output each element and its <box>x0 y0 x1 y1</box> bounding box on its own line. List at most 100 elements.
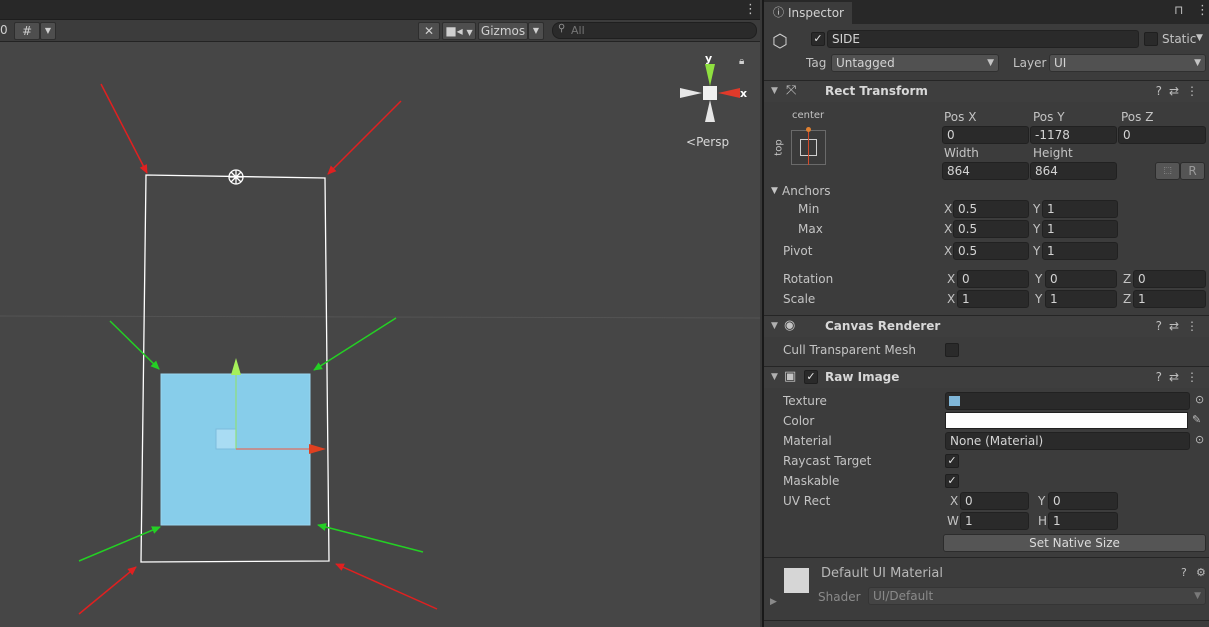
red-arrow <box>335 563 438 610</box>
anchor-min-x-field[interactable]: 0.5 <box>953 200 1029 218</box>
x-axis-label: x <box>740 87 747 100</box>
grid-snapping-button[interactable]: # <box>14 22 40 40</box>
scale-y-field[interactable]: 1 <box>1045 290 1117 308</box>
red-arrow <box>100 83 148 174</box>
pivot-x-field[interactable]: 0.5 <box>953 242 1029 260</box>
active-checkbox[interactable]: ✓ <box>811 32 825 46</box>
pos-x-label: Pos X <box>944 110 977 124</box>
tab-inspector[interactable]: ⓘ Inspector <box>764 2 852 24</box>
gear-icon[interactable]: ⚙ <box>1196 566 1206 579</box>
scene-search-input[interactable] <box>571 23 751 38</box>
object-picker-icon[interactable]: ⊙ <box>1195 393 1204 406</box>
static-dropdown-icon[interactable]: ▼ <box>1196 33 1203 43</box>
view-mode-toggle[interactable]: <Persp <box>686 135 729 149</box>
divider <box>764 557 1209 558</box>
neg-x-cone[interactable] <box>680 88 702 98</box>
camera-button[interactable]: ■◂ ▼ <box>442 22 476 40</box>
x-cone[interactable] <box>718 88 740 98</box>
horizon-line <box>0 315 760 319</box>
anchor-max-y-field[interactable]: 1 <box>1042 220 1118 238</box>
pivot-icon[interactable] <box>228 169 244 185</box>
width-field[interactable]: 864 <box>942 162 1029 180</box>
foldout-icon[interactable]: ▼ <box>771 321 778 331</box>
material-label: Material <box>783 434 832 448</box>
foldout-icon[interactable]: ▼ <box>771 86 778 96</box>
raw-image-header[interactable]: ▼ ▣ ✓ Raw Image ?⇄⋮ <box>764 366 1209 388</box>
chevron-down-icon: ▼ <box>44 26 52 35</box>
canvas-renderer-header[interactable]: ▼ ◉ Canvas Renderer ?⇄⋮ <box>764 315 1209 337</box>
uv-w-field[interactable]: 1 <box>960 512 1029 530</box>
set-native-size-button[interactable]: Set Native Size <box>943 534 1206 552</box>
view-mode-label: Persp <box>696 135 730 149</box>
center-cube[interactable] <box>703 86 717 100</box>
component-title: Canvas Renderer <box>825 319 941 333</box>
foldout-icon[interactable]: ▶ <box>770 597 777 607</box>
scene-view[interactable]: ⋮ 0 # ▼ ✕ ■◂ ▼ Gizmos ▼ ⚲ All y x 🔒︎ <Pe… <box>0 0 760 627</box>
tab-label: Inspector <box>788 6 844 20</box>
gameobject-icon[interactable]: ⬡ <box>772 31 788 52</box>
scene-menu-icon[interactable]: ⋮ <box>744 2 757 17</box>
raw-edit-button[interactable]: R <box>1180 162 1205 180</box>
pos-z-field[interactable]: 0 <box>1118 126 1206 144</box>
uv-h-field[interactable]: 1 <box>1048 512 1118 530</box>
rotation-z-field[interactable]: 0 <box>1133 270 1206 288</box>
raw-image-enabled-checkbox[interactable]: ✓ <box>804 370 818 384</box>
gizmo-x-arrow[interactable] <box>309 444 326 454</box>
material-preview-swatch <box>784 568 809 593</box>
object-name-field[interactable]: SIDE <box>827 30 1139 48</box>
pivot-y-field[interactable]: 1 <box>1042 242 1118 260</box>
color-swatch[interactable] <box>945 412 1188 429</box>
grid-dropdown-button[interactable]: ▼ <box>40 22 56 40</box>
gizmos-button[interactable]: Gizmos <box>478 22 528 40</box>
anchors-foldout-icon[interactable]: ▼ <box>771 186 778 196</box>
static-checkbox[interactable] <box>1144 32 1158 46</box>
object-picker-icon[interactable]: ⊙ <box>1195 433 1204 446</box>
rotation-x-field[interactable]: 0 <box>957 270 1029 288</box>
blueprint-mode-button[interactable]: ⬚ <box>1155 162 1180 180</box>
uv-rect-label: UV Rect <box>783 494 831 508</box>
uv-x-field[interactable]: 0 <box>960 492 1029 510</box>
pos-y-field[interactable]: -1178 <box>1030 126 1117 144</box>
green-arrow <box>109 320 160 370</box>
scale-z-field[interactable]: 1 <box>1133 290 1206 308</box>
cull-transparent-checkbox[interactable] <box>945 343 959 357</box>
uv-y-field[interactable]: 0 <box>1048 492 1118 510</box>
x-label: X <box>947 292 956 306</box>
orientation-gizmo[interactable]: y x 🔒︎ <box>680 52 747 122</box>
height-field[interactable]: 864 <box>1030 162 1117 180</box>
component-header-icons[interactable]: ?⇄⋮ <box>1156 370 1205 384</box>
gizmo-plane-handle[interactable] <box>215 428 237 450</box>
texture-field[interactable] <box>945 392 1190 410</box>
layer-dropdown[interactable]: UI ▼ <box>1049 54 1206 72</box>
component-header-icons[interactable]: ?⇄⋮ <box>1156 319 1205 333</box>
raycast-target-checkbox[interactable]: ✓ <box>945 454 959 468</box>
lock-icon[interactable]: ⊓ <box>1174 3 1183 17</box>
y-label: Y <box>1035 272 1043 286</box>
anchor-min-y-field[interactable]: 1 <box>1042 200 1118 218</box>
anchor-preset-button[interactable] <box>791 127 826 165</box>
rotation-label: Rotation <box>783 272 834 286</box>
neg-y-cone[interactable] <box>705 100 715 122</box>
shader-dropdown[interactable]: UI/Default ▼ <box>868 587 1206 605</box>
help-icon[interactable]: ? <box>1181 566 1187 579</box>
y-cone[interactable] <box>705 64 715 86</box>
rect-transform-header[interactable]: ▼ ⤧ Rect Transform ?⇄⋮ <box>764 80 1209 102</box>
maskable-checkbox[interactable]: ✓ <box>945 474 959 488</box>
rotation-y-field[interactable]: 0 <box>1045 270 1117 288</box>
scene-canvas[interactable]: y x 🔒︎ <box>0 43 760 627</box>
tag-dropdown[interactable]: Untagged ▼ <box>831 54 999 72</box>
scale-x-field[interactable]: 1 <box>957 290 1029 308</box>
scene-search-field[interactable]: ⚲ <box>552 22 757 39</box>
material-field[interactable]: None (Material) <box>945 432 1190 450</box>
component-header-icons[interactable]: ?⇄⋮ <box>1156 84 1205 98</box>
foldout-icon[interactable]: ▼ <box>771 372 778 382</box>
lock-icon[interactable]: 🔒︎ <box>739 56 744 67</box>
pos-x-field[interactable]: 0 <box>942 126 1029 144</box>
menu-icon[interactable]: ⋮ <box>1196 3 1209 18</box>
anchor-max-x-field[interactable]: 0.5 <box>953 220 1029 238</box>
gizmos-dropdown-button[interactable]: ▼ <box>528 22 544 40</box>
gizmo-y-arrow[interactable] <box>231 358 241 375</box>
menu-icon: ⋮ <box>1186 84 1205 98</box>
eyedropper-icon[interactable]: ✎ <box>1192 413 1201 426</box>
tools-button[interactable]: ✕ <box>418 22 440 40</box>
